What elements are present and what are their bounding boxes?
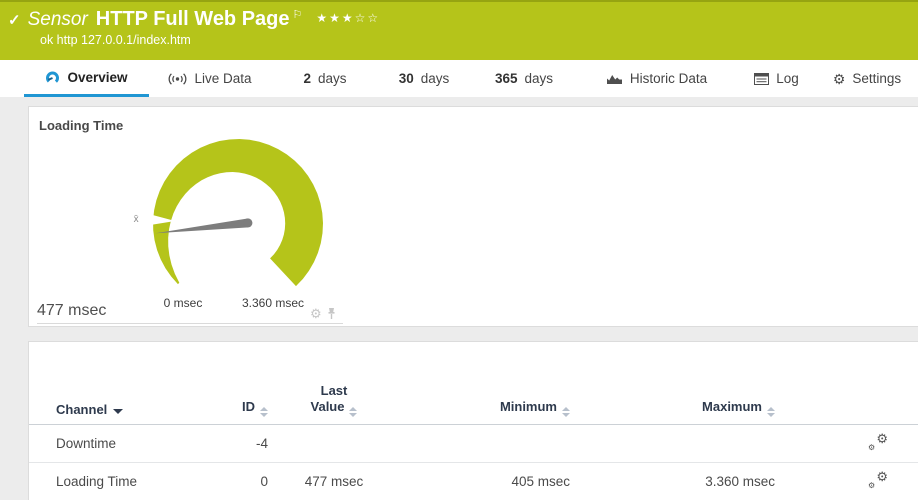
- tab-label: Settings: [852, 71, 902, 86]
- cell-channel: Downtime: [56, 436, 117, 451]
- log-list-icon: [754, 72, 770, 85]
- tab-label: Historic Data: [629, 71, 708, 86]
- column-label: Last: [320, 383, 348, 399]
- cell-id: -4: [255, 436, 268, 451]
- sort-desc-icon: [113, 409, 124, 414]
- channel-table-panel: Channel ID Last Value Minimum Maximum Dow…: [28, 341, 918, 500]
- tab-label: days: [524, 71, 554, 86]
- column-header-channel[interactable]: Channel: [29, 402, 206, 417]
- broadcast-icon: [169, 72, 187, 85]
- channel-settings-gears-icon[interactable]: ⚙ ⚙: [868, 432, 888, 452]
- column-label: ID: [242, 399, 255, 414]
- column-header-maximum[interactable]: Maximum: [570, 399, 775, 417]
- tab-label: days: [317, 71, 347, 86]
- tab-365-days[interactable]: 365 days: [469, 60, 579, 97]
- gauge-current-value: 477 msec: [37, 302, 107, 319]
- column-header-last-value[interactable]: Last Value: [268, 383, 400, 417]
- cell-last-value: 477 msec: [304, 474, 364, 489]
- column-header-id[interactable]: ID: [206, 399, 268, 417]
- cell-minimum: 405 msec: [511, 474, 570, 489]
- object-kind-label: Sensor: [27, 9, 88, 30]
- tab-live-data[interactable]: Live Data: [149, 60, 271, 97]
- pin-icon[interactable]: [327, 307, 336, 320]
- column-label: Maximum: [702, 399, 762, 414]
- overview-gauge-panel: Loading Time x̄ 0 msec 3.360 msec 477 ms…: [28, 106, 918, 327]
- area-chart-icon: [606, 75, 622, 84]
- sensor-status-message: ok http 127.0.0.1/index.htm: [40, 33, 191, 47]
- tab-bar: Overview Live Data 2 days 30 days 365 da…: [0, 60, 918, 97]
- svg-text:x̄: x̄: [134, 214, 139, 225]
- loading-time-gauge: x̄: [134, 139, 323, 287]
- tab-number: 365: [494, 71, 518, 86]
- sort-toggle-icon: [767, 407, 775, 417]
- channel-settings-gears-icon[interactable]: ⚙ ⚙: [868, 470, 888, 490]
- column-label: Channel: [56, 402, 108, 417]
- table-row-downtime[interactable]: Downtime -4 ⚙ ⚙: [29, 425, 918, 463]
- sensor-name: HTTP Full Web Page: [95, 8, 290, 30]
- sort-toggle-icon: [349, 407, 358, 417]
- cell-channel: Loading Time: [56, 474, 138, 489]
- gauge-icon: [46, 71, 60, 84]
- sort-toggle-icon: [260, 407, 268, 417]
- cell-maximum: 3.360 msec: [705, 474, 775, 489]
- tab-label: Live Data: [194, 71, 252, 86]
- channel-table-header: Channel ID Last Value Minimum Maximum: [29, 342, 918, 425]
- gauge-title: Loading Time: [39, 118, 124, 133]
- gauge-min-label: 0 msec: [163, 296, 203, 310]
- cell-id: 0: [260, 474, 268, 489]
- status-ok-check-icon: ✓: [8, 12, 21, 29]
- gauge-widget-controls: ⚙: [310, 307, 336, 320]
- tab-historic-data[interactable]: Historic Data: [579, 60, 734, 97]
- sensor-title-row: ✓ Sensor HTTP Full Web Page ⚐ ★★★☆☆: [8, 8, 380, 31]
- tab-label: days: [420, 71, 450, 86]
- column-label: Minimum: [499, 399, 557, 414]
- column-header-minimum[interactable]: Minimum: [400, 399, 570, 417]
- tab-number: 2: [303, 71, 311, 86]
- flag-icon[interactable]: ⚐: [293, 8, 303, 21]
- tab-log[interactable]: Log: [734, 60, 819, 97]
- tab-overview[interactable]: Overview: [24, 60, 149, 97]
- tab-settings[interactable]: ⚙ Settings: [819, 60, 915, 97]
- tab-30-days[interactable]: 30 days: [379, 60, 469, 97]
- column-label: Value: [310, 399, 345, 414]
- sort-toggle-icon: [562, 407, 570, 417]
- tab-label: Log: [776, 71, 799, 86]
- gear-icon: ⚙: [832, 70, 846, 87]
- tab-number: 30: [398, 71, 414, 86]
- gauge-divider: [37, 323, 343, 324]
- gauge-max-label: 3.360 msec: [241, 296, 305, 310]
- priority-stars[interactable]: ★★★☆☆: [316, 11, 380, 25]
- table-row-loading-time[interactable]: Loading Time 0 477 msec 405 msec 3.360 m…: [29, 463, 918, 500]
- tab-2-days[interactable]: 2 days: [271, 60, 379, 97]
- gauge-settings-gear-icon[interactable]: ⚙: [310, 307, 322, 320]
- sensor-header: ✓ Sensor HTTP Full Web Page ⚐ ★★★☆☆ ok h…: [0, 0, 918, 60]
- tab-label: Overview: [67, 69, 128, 85]
